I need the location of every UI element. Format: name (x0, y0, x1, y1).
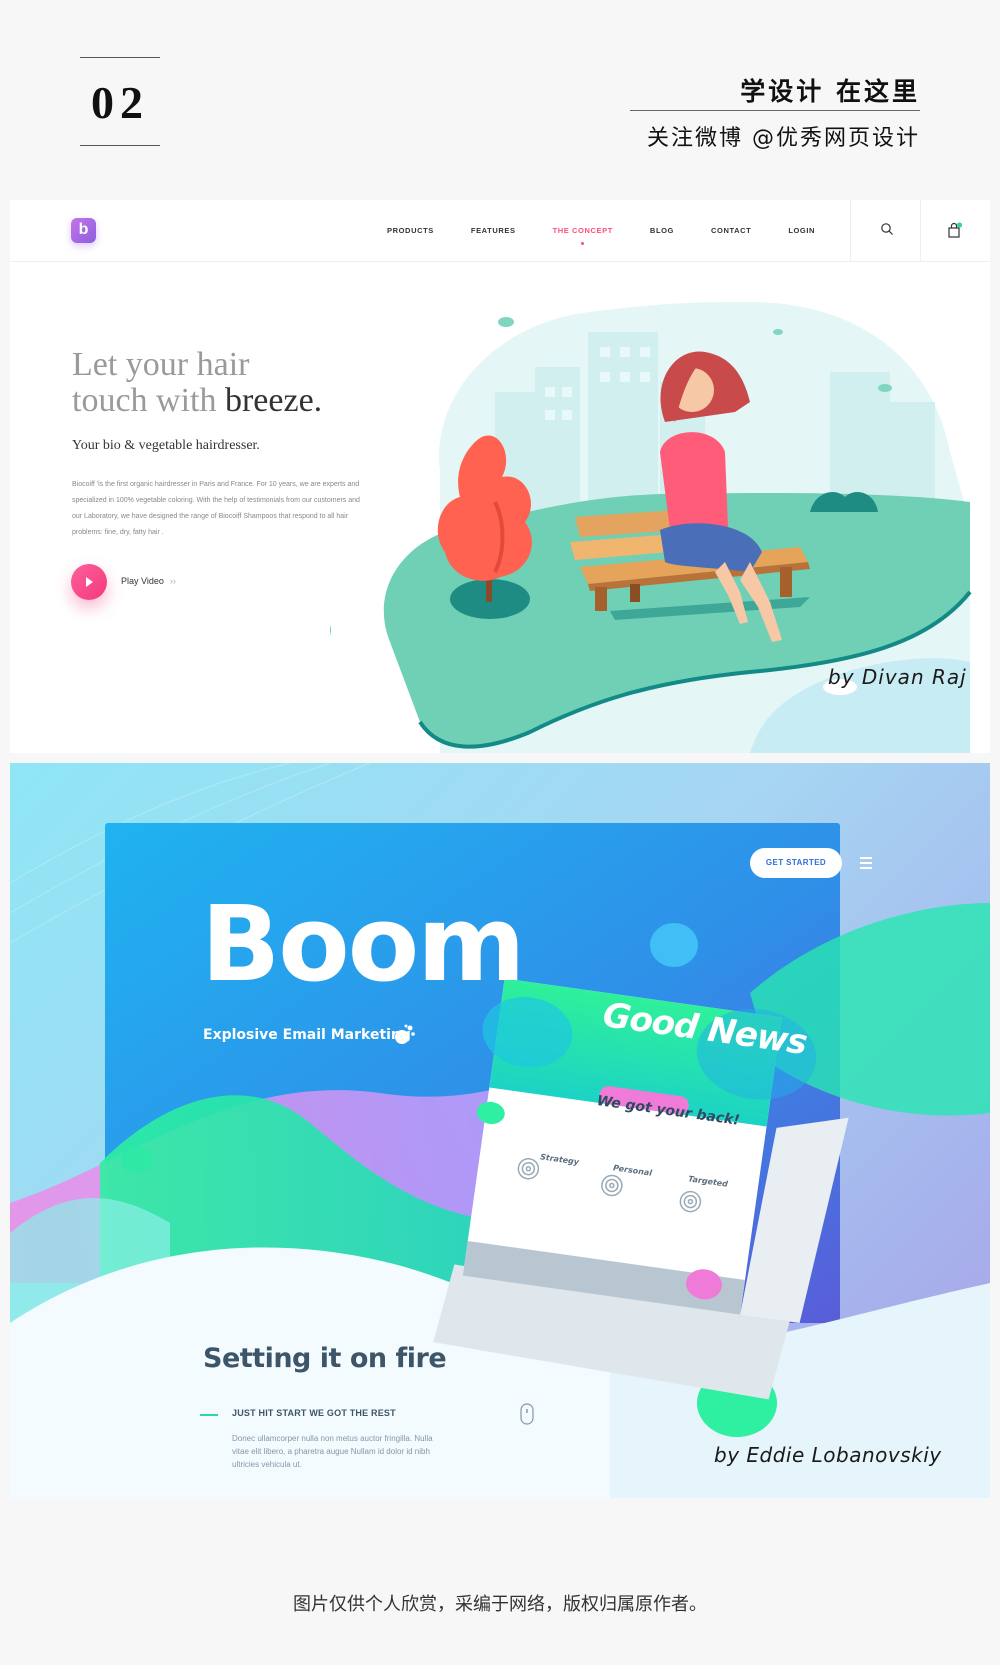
boom-background-art (10, 763, 990, 1498)
weibo-follow-text: 关注微博 @优秀网页设计 (647, 126, 920, 151)
accent-dash (200, 1414, 218, 1416)
hero-headline: Let your hair touch with breeze. (72, 347, 322, 419)
header-rule-top (80, 57, 160, 58)
boom-title: Boom (201, 883, 526, 1005)
nav-login[interactable]: LOGIN (788, 226, 815, 235)
headline-accent: breeze. (224, 382, 323, 419)
cart-icon[interactable] (947, 222, 965, 245)
nav-divider (850, 200, 851, 262)
brand-logo[interactable]: b (71, 218, 96, 243)
headline-line-2: touch with breeze. (72, 382, 323, 419)
get-started-button[interactable]: GET STARTED (750, 848, 842, 878)
nav-contact[interactable]: CONTACT (711, 226, 751, 235)
play-video-button[interactable] (71, 564, 107, 600)
play-video-label[interactable]: Play Video ›› (121, 576, 176, 586)
mouse-scroll-icon[interactable] (520, 1403, 534, 1430)
nav-the-concept[interactable]: THE CONCEPT (553, 226, 613, 245)
section-kicker: JUST HIT START WE GOT THE REST (232, 1408, 396, 1418)
nav-products[interactable]: PRODUCTS (387, 226, 434, 235)
section-body: Donec ullamcorper nulla non metus auctor… (232, 1434, 433, 1469)
showcase-card-boom: GET STARTED Boom Explosive Email Marketi… (10, 763, 990, 1498)
slogan: 学设计 在这里 (740, 77, 920, 106)
main-menu: PRODUCTS FEATURES THE CONCEPT BLOG CONTA… (387, 226, 852, 245)
credit-eddie-lobanovskiy: by Eddie Lobanovskiy (714, 1443, 942, 1467)
section-heading: Setting it on fire (203, 1343, 447, 1374)
sparkle-icon (395, 1024, 415, 1044)
nav-features[interactable]: FEATURES (471, 226, 516, 235)
credit-divan-raj: by Divan Raj (828, 665, 967, 689)
top-navbar: b PRODUCTS FEATURES THE CONCEPT BLOG CON… (10, 200, 990, 262)
copyright-note: 图片仅供个人欣赏，采编于网络，版权归属原作者。 (293, 1594, 707, 1615)
header-rule-bottom (80, 145, 160, 146)
issue-number: 02 (91, 77, 149, 128)
nav-blog[interactable]: BLOG (650, 226, 674, 235)
nav-divider (920, 200, 921, 262)
boom-tagline: Explosive Email Marketing (203, 1027, 411, 1043)
headline-line-1: Let your hair (72, 346, 250, 383)
hero-paragraph: Biocoiff 'is the first organic hairdress… (72, 481, 360, 536)
menu-icon[interactable] (860, 857, 872, 872)
hero-subtitle: Your bio & vegetable hairdresser. (72, 438, 260, 453)
slogan-divider (630, 110, 920, 111)
showcase-card-hairdresser: b PRODUCTS FEATURES THE CONCEPT BLOG CON… (10, 200, 990, 753)
search-icon[interactable] (880, 222, 894, 241)
